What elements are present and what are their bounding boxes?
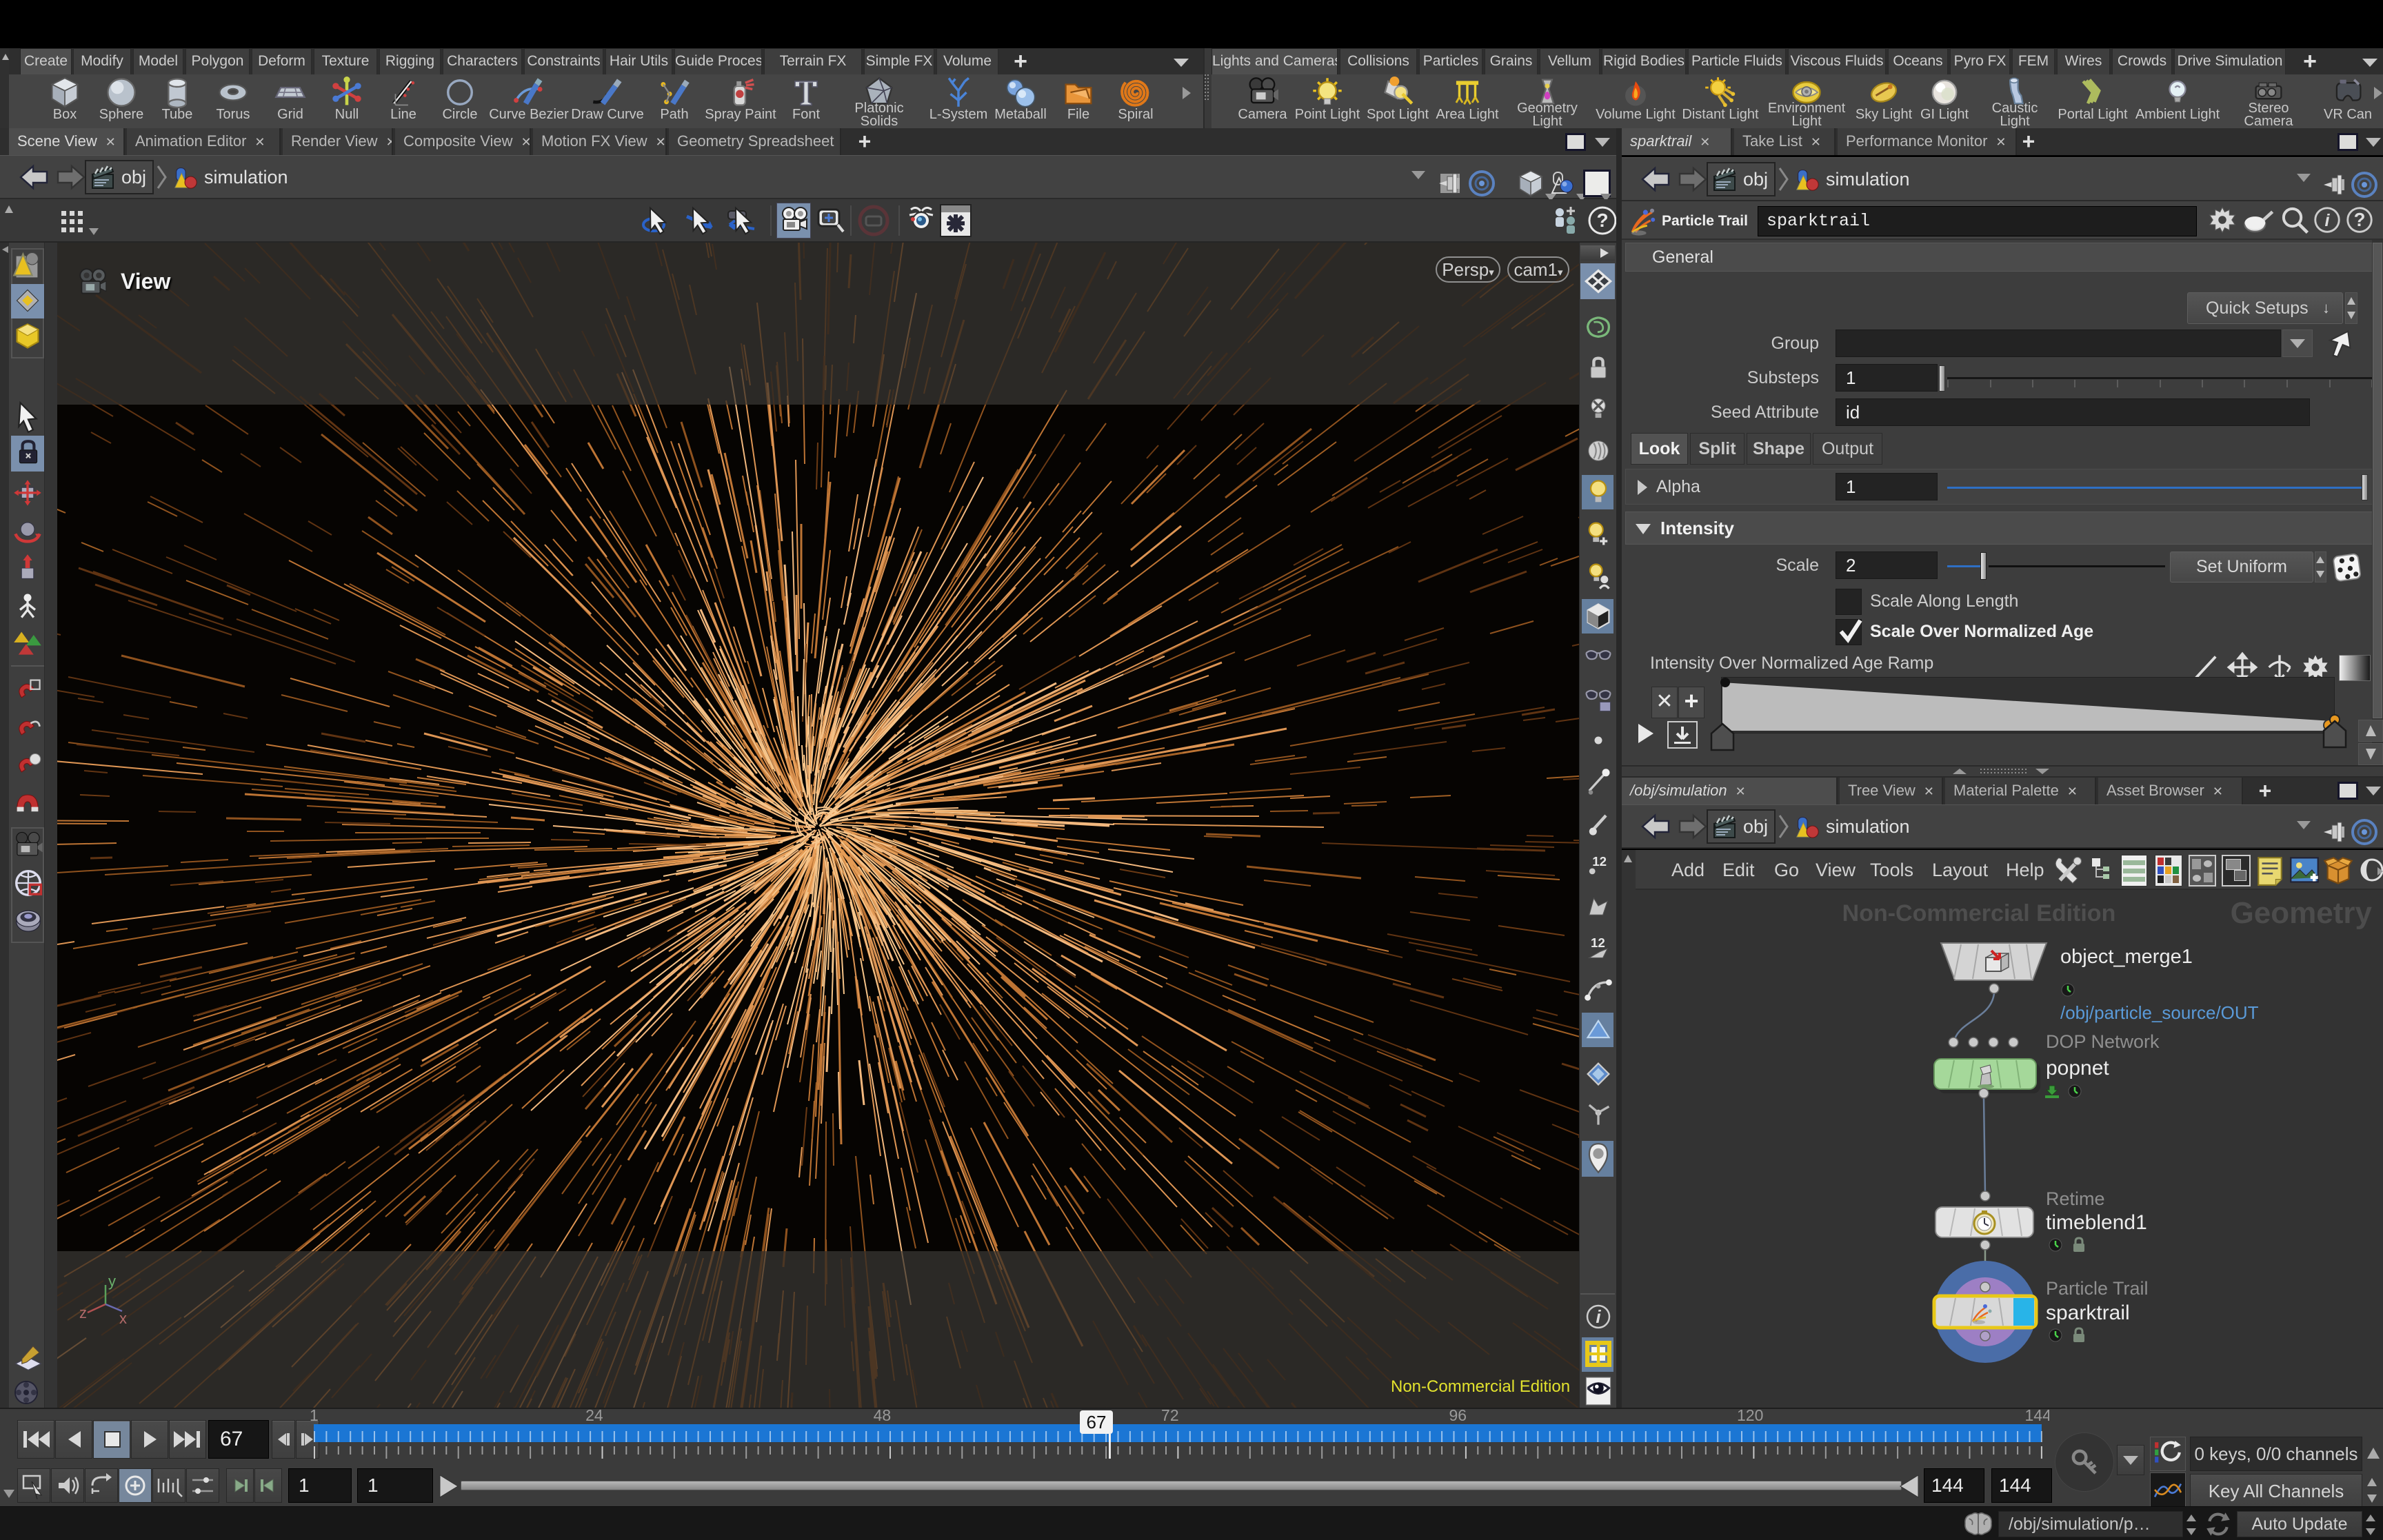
svg-text:z: z bbox=[79, 1304, 87, 1321]
svg-text:x: x bbox=[119, 1310, 127, 1327]
svg-text:y: y bbox=[108, 1273, 116, 1290]
svg-text:12: 12 bbox=[1592, 854, 1607, 869]
svg-text:?: ? bbox=[1596, 210, 1608, 231]
svg-text:i: i bbox=[1596, 1306, 1601, 1327]
svg-text:i: i bbox=[2324, 211, 2330, 230]
svg-text:?: ? bbox=[2354, 209, 2366, 230]
svg-text:12: 12 bbox=[1591, 935, 1605, 950]
